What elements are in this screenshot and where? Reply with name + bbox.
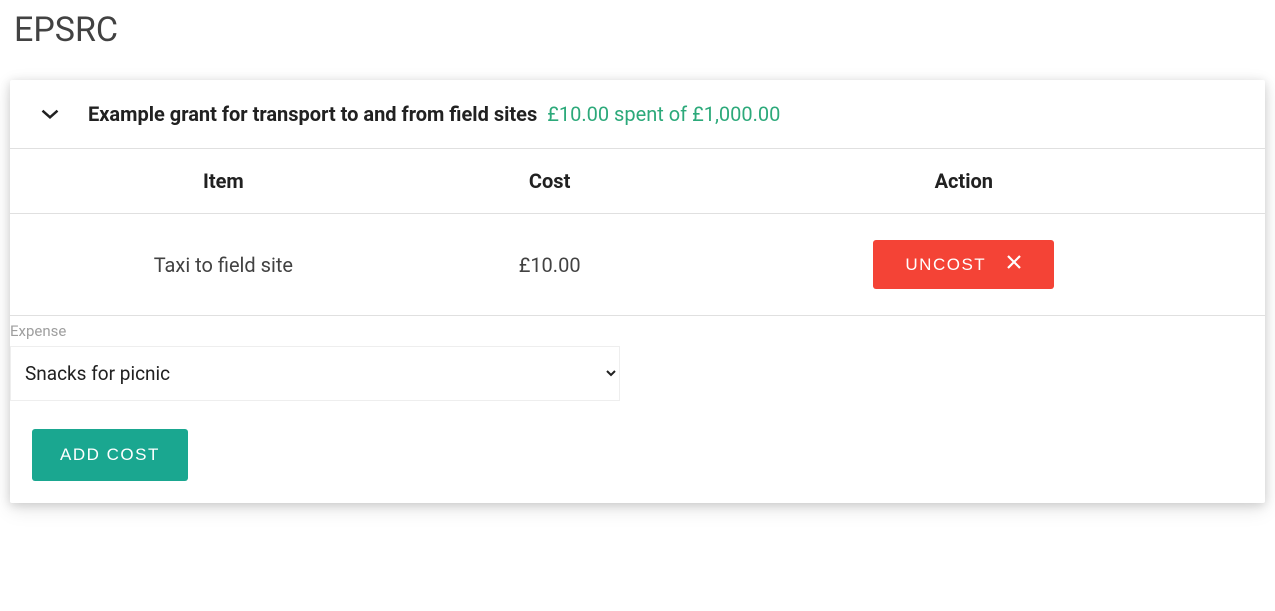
- uncost-button-label: UNCOST: [905, 255, 986, 275]
- close-icon: [1006, 254, 1022, 275]
- expense-field-label: Expense: [10, 316, 1265, 340]
- grant-spent-summary: £10.00 spent of £1,000.00: [547, 102, 780, 126]
- chevron-down-icon: [40, 104, 60, 124]
- cell-item: Taxi to field site: [10, 214, 437, 316]
- add-cost-form: Expense Snacks for picnic ADD COST: [10, 316, 1265, 503]
- page-title: EPSRC: [14, 10, 1265, 50]
- cell-action: UNCOST: [663, 214, 1265, 316]
- expense-select[interactable]: Snacks for picnic: [10, 346, 620, 401]
- add-cost-button[interactable]: ADD COST: [32, 429, 188, 481]
- column-header-item: Item: [10, 149, 437, 214]
- grant-title-wrapper: Example grant for transport to and from …: [88, 102, 780, 126]
- uncost-button[interactable]: UNCOST: [873, 240, 1054, 289]
- grant-name: Example grant for transport to and from …: [88, 102, 537, 126]
- column-header-action: Action: [663, 149, 1265, 214]
- column-header-cost: Cost: [437, 149, 663, 214]
- grant-header[interactable]: Example grant for transport to and from …: [10, 80, 1265, 148]
- table-row: Taxi to field site £10.00 UNCOST: [10, 214, 1265, 316]
- costs-table: Item Cost Action Taxi to field site £10.…: [10, 148, 1265, 316]
- cell-cost: £10.00: [437, 214, 663, 316]
- grant-card: Example grant for transport to and from …: [10, 80, 1265, 503]
